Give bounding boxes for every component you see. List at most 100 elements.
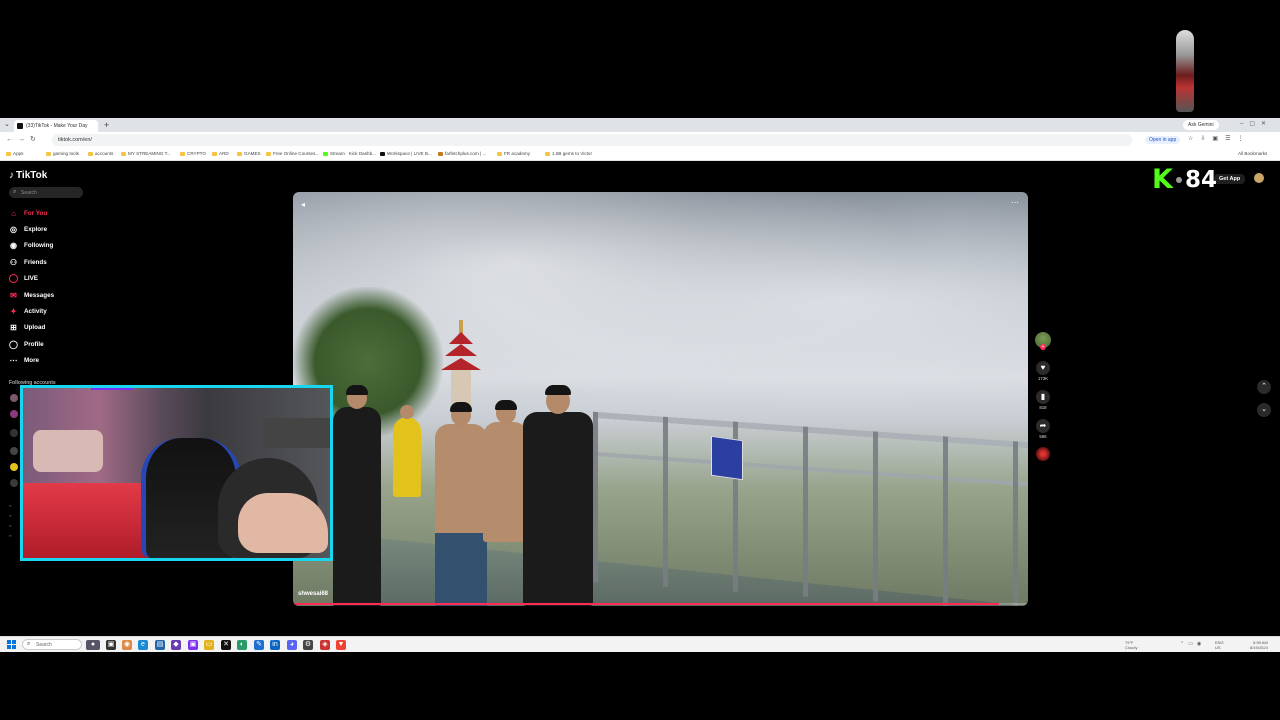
taskbar-weather[interactable]: 79°F Cloudy bbox=[1125, 640, 1137, 650]
bookmarks-bar: Apps gaming tools accounts MY STREAMING … bbox=[0, 148, 1280, 161]
webcam-shelf bbox=[263, 418, 330, 448]
bookmark-item[interactable]: Stream · Kick Dashb... bbox=[323, 151, 376, 156]
previous-video-button[interactable]: ⌃ bbox=[1257, 380, 1271, 394]
search-icon: ⌕ bbox=[13, 189, 17, 195]
creator-avatar-button[interactable]: + bbox=[1034, 332, 1052, 350]
bookmark-item[interactable]: FR academy bbox=[497, 151, 530, 156]
nav-upload[interactable]: ⊞ Upload bbox=[9, 321, 45, 333]
browser-tab-tiktok[interactable]: (33)TikTok - Make Your Day bbox=[14, 120, 98, 132]
activity-icon: ✦ bbox=[10, 306, 17, 316]
windows-start-button[interactable] bbox=[7, 640, 16, 649]
kick-logo: K bbox=[1152, 164, 1173, 195]
taskbar-clock[interactable]: 6:59 AM 8/19/2024 bbox=[1250, 640, 1268, 650]
account-avatar[interactable] bbox=[10, 429, 18, 437]
bookmark-item[interactable]: ARD bbox=[212, 151, 229, 156]
share-button[interactable]: ➦ 566 bbox=[1034, 419, 1052, 439]
folder-icon bbox=[266, 151, 271, 156]
nav-more[interactable]: ⋯ More bbox=[9, 354, 40, 366]
store-icon[interactable]: ▤ bbox=[155, 640, 165, 650]
nav-profile[interactable]: ◯ Profile bbox=[9, 338, 44, 350]
file-explorer-icon[interactable]: ▭ bbox=[204, 640, 214, 650]
following-icon: ◉ bbox=[10, 240, 17, 250]
mute-icon[interactable]: ◂ bbox=[301, 200, 305, 209]
nav-following[interactable]: ◉ Following bbox=[9, 239, 53, 251]
video-player[interactable]: ◂ ⋯ shwesai68 bbox=[293, 192, 1028, 606]
save-button[interactable]: ▮ 818 bbox=[1034, 390, 1052, 410]
account-avatar[interactable] bbox=[10, 479, 18, 487]
windows-taskbar: ⌕ Search ● ▣ ◉ e ▤ ◆ ▣ ▭ ✕ ◐ ✎ in ◕ ⚙ ◈ … bbox=[0, 636, 1280, 652]
window-controls[interactable]: –▢✕ bbox=[1240, 120, 1272, 127]
share-icon: ➦ bbox=[1036, 419, 1050, 433]
open-in-app-button[interactable]: Open in app bbox=[1145, 136, 1181, 144]
like-button[interactable]: ♥ 173K bbox=[1034, 361, 1052, 381]
bookmark-item[interactable]: Free Online Courses... bbox=[266, 151, 319, 156]
ask-gemini-button[interactable]: Ask Gemini bbox=[1183, 120, 1219, 130]
footer-link-placeholder[interactable]: ▪▪ bbox=[9, 533, 12, 538]
site-icon bbox=[438, 151, 443, 156]
music-disc-button[interactable] bbox=[1034, 447, 1052, 461]
account-avatar[interactable] bbox=[10, 447, 18, 455]
tiktok-logo[interactable]: ♪ TikTok bbox=[9, 170, 47, 181]
linkedin-icon[interactable]: in bbox=[270, 640, 280, 650]
follow-plus-icon[interactable]: + bbox=[1040, 344, 1046, 350]
all-bookmarks-button[interactable]: All Bookmarks bbox=[1238, 151, 1267, 156]
app-icon[interactable]: ✎ bbox=[254, 640, 264, 650]
video-username[interactable]: shwesai68 bbox=[298, 591, 328, 597]
bookmark-item[interactable]: farfetchplus.com | ... bbox=[438, 151, 486, 156]
nav-for-you[interactable]: ⌂ For You bbox=[9, 207, 47, 219]
app-icon[interactable]: ◆ bbox=[171, 640, 181, 650]
nav-messages[interactable]: ✉ Messages bbox=[9, 289, 54, 301]
nav-friends[interactable]: ⚇ Friends bbox=[9, 256, 47, 268]
url-input[interactable]: tiktok.com/en/ bbox=[52, 134, 1132, 146]
bookmark-item[interactable]: Workspace | LIVE B... bbox=[380, 151, 432, 156]
tiktok-search-input[interactable]: ⌕ Search bbox=[9, 187, 83, 198]
app-icon[interactable]: ◈ bbox=[320, 640, 330, 650]
more-options-icon[interactable]: ⋯ bbox=[1011, 198, 1019, 207]
edge-icon[interactable]: e bbox=[138, 640, 148, 650]
app-icon[interactable]: ◐ bbox=[237, 640, 247, 650]
save-count: 818 bbox=[1039, 405, 1047, 410]
share-count: 566 bbox=[1039, 434, 1047, 439]
taskbar-language[interactable]: ENG US bbox=[1215, 640, 1224, 650]
video-progress-bar[interactable] bbox=[293, 603, 1028, 605]
browser-nav-buttons[interactable]: ←→↻ bbox=[6, 135, 41, 143]
bookmark-item[interactable]: GAMES bbox=[237, 151, 261, 156]
system-tray-icons[interactable]: ⌃▭◉ bbox=[1180, 641, 1205, 647]
app-icon[interactable]: ⚙ bbox=[303, 640, 313, 650]
nav-explore[interactable]: ◎ Explore bbox=[9, 223, 47, 235]
next-video-button[interactable]: ⌄ bbox=[1257, 403, 1271, 417]
footer-link-placeholder[interactable]: ▪▪ bbox=[9, 503, 12, 508]
bookmark-item[interactable]: MY STREAMING T... bbox=[121, 151, 171, 156]
new-tab-button[interactable]: + bbox=[104, 119, 109, 131]
footer-link-placeholder[interactable]: ▪▪ bbox=[9, 523, 12, 528]
task-view-icon[interactable]: ▣ bbox=[106, 640, 116, 650]
bookmark-item[interactable]: 1.5B gems to Victor bbox=[545, 151, 592, 156]
brave-icon[interactable]: ▼ bbox=[336, 640, 346, 650]
taskbar-search-input[interactable]: ⌕ Search bbox=[22, 639, 82, 650]
browser-toolbar-icons[interactable]: ☆⇩▣☰⋮ bbox=[1188, 135, 1250, 142]
desktop-figure-decoration bbox=[1176, 30, 1194, 112]
twitch-icon[interactable]: ▣ bbox=[188, 640, 198, 650]
bookmark-item[interactable]: Apps bbox=[6, 151, 23, 156]
account-avatar[interactable] bbox=[10, 394, 18, 402]
nav-live[interactable]: LIVE bbox=[9, 272, 38, 284]
get-app-button[interactable]: Get App bbox=[1214, 174, 1246, 184]
apps-icon bbox=[6, 151, 11, 156]
bookmark-item[interactable]: gaming tools bbox=[46, 151, 79, 156]
folder-icon bbox=[212, 151, 217, 156]
footer-link-placeholder[interactable]: ▪▪ bbox=[9, 513, 12, 518]
widgets-icon[interactable]: ● bbox=[86, 640, 100, 650]
tab-dropdown-icon[interactable]: ⌄ bbox=[4, 119, 10, 131]
bookmark-icon: ▮ bbox=[1036, 390, 1050, 404]
bookmark-item[interactable]: CRYPTO bbox=[180, 151, 206, 156]
chrome-icon[interactable]: ◉ bbox=[122, 640, 132, 650]
live-icon bbox=[9, 273, 18, 283]
bookmark-item[interactable]: accounts bbox=[88, 151, 113, 156]
folder-icon bbox=[121, 151, 126, 156]
nav-activity[interactable]: ✦ Activity bbox=[9, 305, 47, 317]
x-icon[interactable]: ✕ bbox=[221, 640, 231, 650]
user-avatar[interactable] bbox=[1254, 173, 1264, 183]
discord-icon[interactable]: ◕ bbox=[287, 640, 297, 650]
account-avatar[interactable] bbox=[10, 463, 18, 471]
account-avatar[interactable] bbox=[10, 410, 18, 418]
